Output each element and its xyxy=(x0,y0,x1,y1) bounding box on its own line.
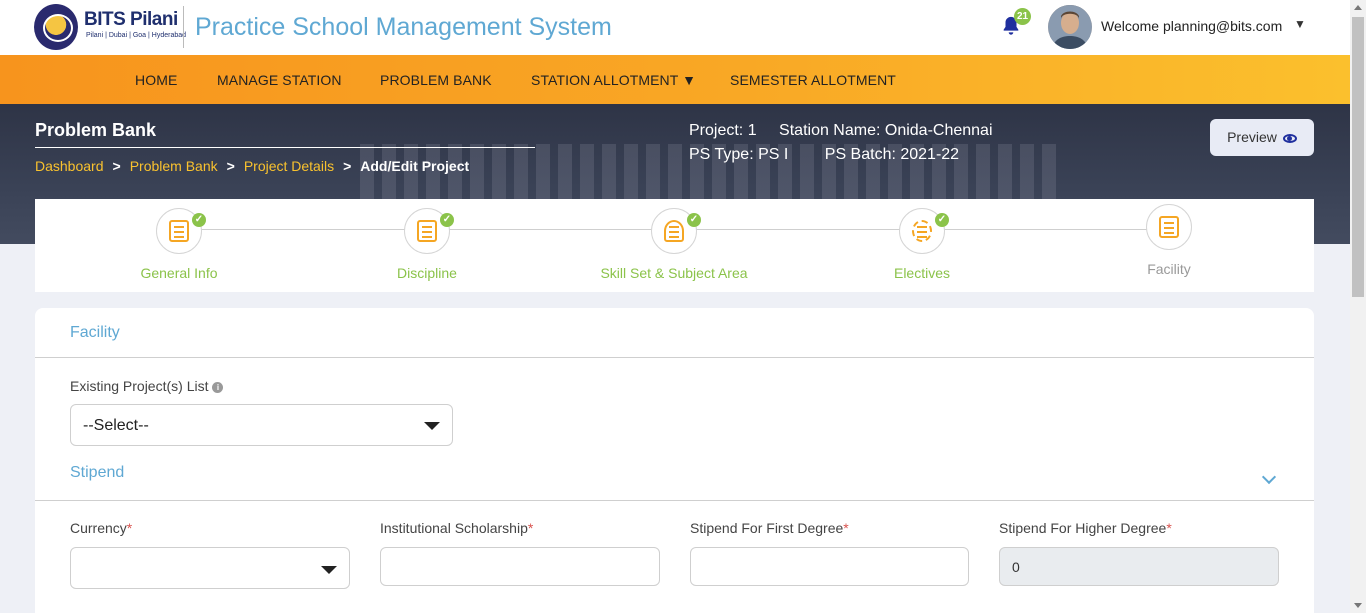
ps-type: PS Type: PS I xyxy=(689,146,789,163)
breadcrumb-separator: > xyxy=(343,158,352,174)
preview-button[interactable]: Preview xyxy=(1210,119,1314,156)
step-label-facility[interactable]: Facility xyxy=(1069,261,1269,277)
required-mark: * xyxy=(527,520,534,536)
breadcrumb-problem-bank[interactable]: Problem Bank xyxy=(130,158,218,174)
currency-label-text: Currency xyxy=(70,520,127,536)
existing-projects-value: --Select-- xyxy=(83,417,149,434)
brand-name: BITS Pilani xyxy=(84,9,178,30)
main-nav: HOME MANAGE STATION PROBLEM BANK STATION… xyxy=(0,55,1350,104)
first-degree-label: Stipend For First Degree* xyxy=(690,520,849,536)
scroll-down-icon[interactable] xyxy=(1354,603,1362,608)
section-title-stipend[interactable]: Stipend xyxy=(70,464,124,482)
progress-stepper: ✓ General Info ✓ Discipline ✓ Skill Set … xyxy=(35,199,1314,292)
required-mark: * xyxy=(843,520,849,536)
higher-degree-label: Stipend For Higher Degree* xyxy=(999,520,1172,536)
gear-icon xyxy=(912,220,932,242)
first-degree-stipend-input[interactable] xyxy=(690,547,969,586)
first-degree-label-text: Stipend For First Degree xyxy=(690,520,844,536)
building-icon xyxy=(1159,216,1179,238)
existing-projects-select[interactable]: --Select-- xyxy=(70,404,453,446)
nav-semester-allotment[interactable]: SEMESTER ALLOTMENT xyxy=(730,72,896,88)
breadcrumb-project-details[interactable]: Project Details xyxy=(244,158,334,174)
scholarship-label: Institutional Scholarship* xyxy=(380,520,533,536)
chevron-down-icon xyxy=(321,566,337,574)
form-card: Facility Existing Project(s) List i --Sel… xyxy=(35,308,1314,613)
required-mark: * xyxy=(126,520,133,536)
nav-manage-station[interactable]: MANAGE STATION xyxy=(217,72,342,88)
welcome-text[interactable]: Welcome planning@bits.com xyxy=(1101,18,1282,34)
eye-icon xyxy=(1282,133,1297,143)
user-photo-icon xyxy=(1048,5,1092,49)
title-underline xyxy=(35,147,535,148)
page-title: Problem Bank xyxy=(35,120,157,140)
top-header: BITS Pilani Pilani | Dubai | Goa | Hyder… xyxy=(0,0,1350,55)
station-name: Station Name: Onida-Chennai xyxy=(779,122,993,139)
scholarship-input[interactable] xyxy=(380,547,660,586)
document-check-icon xyxy=(169,220,189,242)
chevron-down-icon[interactable] xyxy=(1261,469,1277,485)
brand-divider xyxy=(183,6,184,48)
avatar[interactable] xyxy=(1048,5,1092,49)
step-label-general-info[interactable]: General Info xyxy=(79,265,279,281)
project-number: Project: 1 xyxy=(689,122,757,139)
required-mark: * xyxy=(1166,520,1172,536)
breadcrumb-current: Add/Edit Project xyxy=(360,158,470,174)
nav-problem-bank[interactable]: PROBLEM BANK xyxy=(380,72,492,88)
compass-icon xyxy=(664,220,684,242)
step-facility[interactable] xyxy=(1146,204,1192,250)
section-divider xyxy=(35,500,1314,501)
chevron-down-icon xyxy=(424,422,440,430)
bits-logo-icon[interactable] xyxy=(34,4,78,50)
currency-label: Currency* xyxy=(70,520,132,536)
scroll-up-icon[interactable] xyxy=(1354,5,1362,10)
brand-campuses: Pilani | Dubai | Goa | Hyderabad xyxy=(86,32,187,39)
step-label-discipline[interactable]: Discipline xyxy=(327,265,527,281)
step-complete-check-icon: ✓ xyxy=(935,213,949,227)
nav-home[interactable]: HOME xyxy=(135,72,177,88)
scholarship-label-text: Institutional Scholarship xyxy=(380,520,528,536)
higher-degree-stipend-input: 0 xyxy=(999,547,1279,586)
step-complete-check-icon: ✓ xyxy=(192,213,206,227)
breadcrumb: Dashboard > Problem Bank > Project Details > A… xyxy=(35,158,469,174)
higher-degree-label-text: Stipend For Higher Degree xyxy=(999,520,1167,536)
nav-station-allotment[interactable]: STATION ALLOTMENT ▼ xyxy=(531,72,696,88)
step-label-electives[interactable]: Electives xyxy=(822,265,1022,281)
info-icon[interactable]: i xyxy=(212,382,224,393)
section-divider xyxy=(35,357,1314,358)
existing-projects-label: Existing Project(s) List i xyxy=(70,378,224,394)
step-label-skill-set[interactable]: Skill Set & Subject Area xyxy=(574,265,774,281)
scroll-thumb[interactable] xyxy=(1352,17,1364,297)
certificate-icon xyxy=(417,220,437,242)
ps-batch: PS Batch: 2021-22 xyxy=(824,146,960,163)
currency-select[interactable] xyxy=(70,547,350,589)
user-menu-caret-icon[interactable]: ▼ xyxy=(1294,17,1306,31)
breadcrumb-separator: > xyxy=(112,158,121,174)
app-title: Practice School Management System xyxy=(195,13,612,41)
project-info-line-2: PS Type: PS I PS Batch: 2021-22 xyxy=(689,146,959,164)
preview-label: Preview xyxy=(1227,129,1277,145)
existing-projects-label-text: Existing Project(s) List xyxy=(70,378,209,394)
notification-badge: 21 xyxy=(1014,8,1031,25)
step-complete-check-icon: ✓ xyxy=(440,213,454,227)
step-complete-check-icon: ✓ xyxy=(687,213,701,227)
project-info-line-1: Project: 1 Station Name: Onida-Chennai xyxy=(689,122,993,140)
breadcrumb-separator: > xyxy=(226,158,235,174)
breadcrumb-dashboard[interactable]: Dashboard xyxy=(35,158,104,174)
section-title-facility: Facility xyxy=(70,324,120,341)
